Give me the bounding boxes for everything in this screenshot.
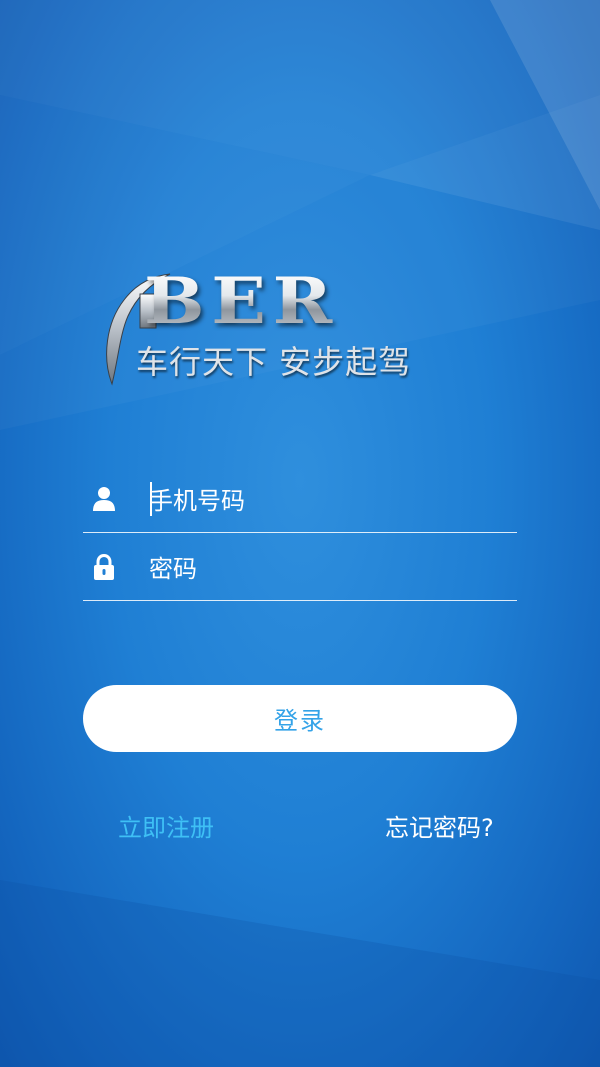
- user-icon: [93, 487, 115, 511]
- aber-logo: BER 车行天下 安步起驾: [100, 268, 500, 393]
- lock-icon: [94, 554, 114, 580]
- phone-input[interactable]: [149, 478, 509, 524]
- register-link[interactable]: 立即注册: [118, 810, 214, 846]
- login-button[interactable]: 登录: [83, 685, 517, 752]
- logo-slogan: 车行天下 安步起驾: [136, 343, 412, 381]
- password-field: [83, 538, 517, 601]
- password-input[interactable]: [149, 546, 509, 592]
- forgot-password-link[interactable]: 忘记密码?: [385, 810, 494, 846]
- phone-field: [83, 470, 517, 533]
- logo-wordmark: BER: [144, 264, 339, 339]
- login-screen: BER 车行天下 安步起驾 登录 立即注册 忘记密码?: [0, 0, 600, 1067]
- background-facets: [0, 0, 600, 1067]
- text-cursor: [150, 482, 152, 516]
